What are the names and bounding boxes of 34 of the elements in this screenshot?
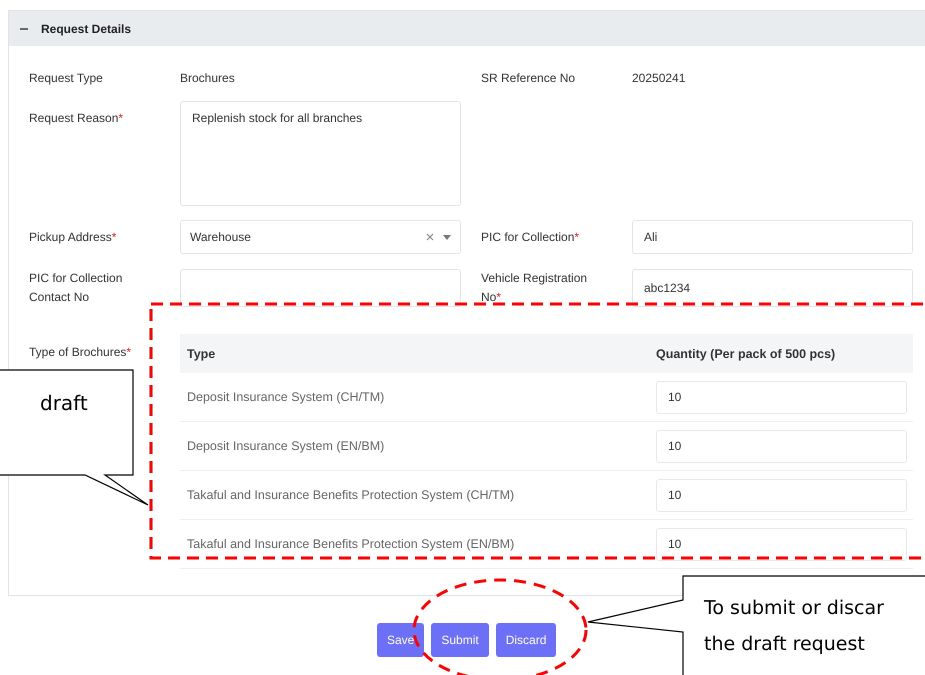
field-label: SR Reference No [481, 70, 576, 86]
text-area-field[interactable]: Replenish stock for all branches [180, 101, 461, 206]
table-cell-text: Deposit Insurance System (EN/BM) [186, 439, 386, 453]
quantity-field[interactable]: 10 [656, 528, 907, 560]
input-field[interactable] [180, 269, 461, 307]
quantity-field[interactable]: 10 [656, 380, 907, 414]
field-label: PIC for Collection Contact No [29, 270, 124, 306]
field-label: Request Reason* [29, 110, 124, 127]
column-header: Quantity (Per pack of 500 pcs) [655, 346, 836, 360]
table-cell-text: Takaful and Insurance Benefits Protection System (CH/TM) [186, 488, 516, 502]
callout-text: the draft request [704, 632, 866, 657]
column-header: Type [186, 346, 216, 360]
table-cell-text: Deposit Insurance System (CH/TM) [186, 390, 386, 404]
clear-icon[interactable] [426, 233, 434, 241]
callout-text: draft [40, 390, 88, 417]
table-cell-text: Takaful and Insurance Benefits Protection System (EN/BM) [186, 537, 516, 551]
dropdown-field[interactable]: Warehouse [180, 220, 461, 254]
field-label: Vehicle Registration No* [481, 270, 588, 306]
section-title: Request Details [41, 22, 132, 36]
action-button[interactable]: Submit [431, 623, 489, 657]
field-value: 20250241 [632, 71, 686, 85]
field-label: Pickup Address* [29, 228, 118, 246]
input-field[interactable]: abc1234 [632, 269, 913, 307]
input-field[interactable]: Ali [632, 220, 913, 254]
action-button[interactable]: Discard [496, 623, 556, 657]
quantity-field[interactable]: 10 [656, 478, 907, 512]
caret-icon[interactable] [443, 234, 451, 240]
field-label: PIC for Collection* [481, 228, 580, 246]
field-label: Type of Brochures* [29, 344, 132, 361]
field-label: Request Type [29, 70, 104, 86]
callout-text: To submit or discar [704, 596, 884, 621]
field-value: Brochures [180, 71, 235, 85]
quantity-field[interactable]: 10 [656, 430, 907, 462]
action-button[interactable]: Save [377, 623, 424, 657]
